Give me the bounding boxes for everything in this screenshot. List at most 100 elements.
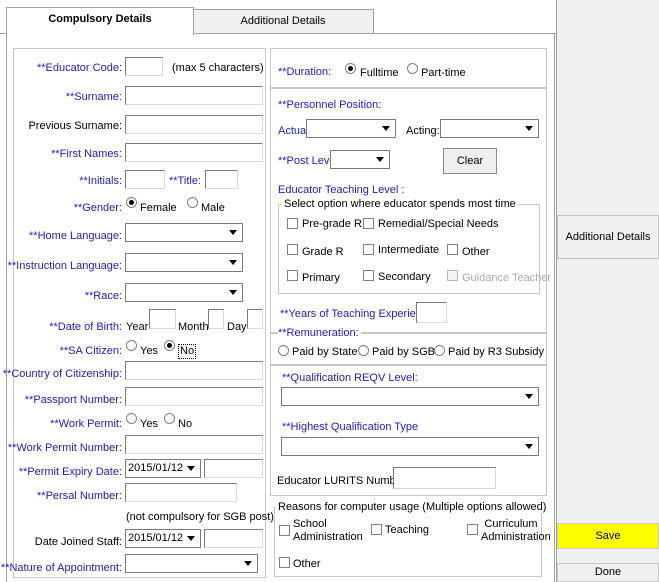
chevron-down-icon xyxy=(522,440,536,453)
permit-expiry-date-picker[interactable]: 2015/01/12 xyxy=(125,459,201,478)
remedial-label: Remedial/Special Needs xyxy=(378,218,499,230)
nature-of-appointment-label: **Nature of Appointment: xyxy=(0,562,122,574)
duration-parttime-radio[interactable] xyxy=(407,63,418,74)
initials-input[interactable] xyxy=(125,170,165,189)
home-language-select[interactable] xyxy=(125,223,243,242)
teaching-usage-checkbox[interactable] xyxy=(371,524,382,535)
educator-code-hint: (max 5 characters) xyxy=(172,62,264,74)
school-admin-checkbox[interactable] xyxy=(279,525,290,536)
gender-female-label: Female xyxy=(140,202,177,214)
country-citizenship-input[interactable] xyxy=(125,361,263,380)
chevron-down-icon xyxy=(226,256,240,269)
guidance-teacher-label: Guidance Teacher xyxy=(462,272,552,284)
pre-grade-r-checkbox[interactable] xyxy=(287,218,298,229)
done-button[interactable]: Done xyxy=(557,563,659,582)
dob-year-input[interactable] xyxy=(149,309,176,329)
paid-by-r3-label: Paid by R3 Subsidy xyxy=(448,346,544,358)
paid-by-r3-radio[interactable] xyxy=(434,345,445,356)
other-level-checkbox[interactable] xyxy=(447,244,458,255)
pre-grade-r-label: Pre-grade R xyxy=(302,218,362,230)
passport-number-input[interactable] xyxy=(125,387,263,406)
surname-label: **Surname: xyxy=(65,91,122,103)
post-level-select[interactable] xyxy=(330,150,390,169)
teaching-usage-label: Teaching xyxy=(385,524,430,536)
clear-button[interactable]: Clear xyxy=(443,148,497,174)
curriculum-admin-checkbox[interactable] xyxy=(467,524,478,535)
work-permit-number-input[interactable] xyxy=(125,435,263,454)
guidance-teacher-checkbox[interactable] xyxy=(447,270,458,281)
tab-compulsory-details[interactable]: Compulsory Details xyxy=(6,7,194,35)
years-experience-input[interactable] xyxy=(416,302,447,323)
surname-input[interactable] xyxy=(125,86,263,105)
previous-surname-input[interactable] xyxy=(125,115,263,134)
chevron-down-icon xyxy=(226,226,240,239)
gender-male-radio[interactable] xyxy=(187,197,198,208)
work-permit-yes-radio[interactable] xyxy=(126,413,137,424)
remuneration-label: **Remuneration: xyxy=(278,327,361,340)
secondary-checkbox[interactable] xyxy=(363,270,374,281)
dob-month-input[interactable] xyxy=(208,309,224,329)
highest-qualification-label: **Highest Qualification Type xyxy=(282,421,419,433)
save-button[interactable]: Save xyxy=(557,523,659,549)
remedial-checkbox[interactable] xyxy=(363,218,374,229)
grade-r-checkbox[interactable] xyxy=(287,244,298,255)
other-usage-checkbox[interactable] xyxy=(279,557,290,568)
dob-day-input[interactable] xyxy=(247,309,263,329)
chevron-down-icon xyxy=(184,462,198,475)
tab-additional-details[interactable]: Additional Details xyxy=(192,9,374,33)
duration-fulltime-radio[interactable] xyxy=(345,63,356,74)
permit-expiry-extra-input[interactable] xyxy=(204,459,263,478)
chevron-down-icon xyxy=(522,390,536,403)
paid-by-state-label: Paid by State xyxy=(292,346,358,358)
initials-label: **Initials: xyxy=(79,175,122,187)
first-names-input[interactable] xyxy=(125,143,263,162)
gender-male-label: Male xyxy=(201,202,225,214)
permit-expiry-label: **Permit Expiry Date: xyxy=(18,466,122,478)
title-input[interactable] xyxy=(205,170,238,189)
sa-citizen-no-label: No xyxy=(178,344,197,359)
qualification-reqv-select[interactable] xyxy=(281,387,539,406)
sa-citizen-no-radio[interactable] xyxy=(164,340,175,351)
teaching-level-label: Educator Teaching Level : xyxy=(278,184,405,196)
acting-position-select[interactable] xyxy=(440,119,539,138)
sa-citizen-yes-radio[interactable] xyxy=(126,340,137,351)
persal-number-input[interactable] xyxy=(125,483,237,502)
actual-position-select[interactable] xyxy=(306,119,396,138)
date-joined-staff-picker[interactable]: 2015/01/12 xyxy=(125,529,201,548)
chevron-down-icon xyxy=(373,153,387,166)
title-label: **Title: xyxy=(169,175,201,187)
highest-qualification-select[interactable] xyxy=(281,437,539,456)
lurits-number-input[interactable] xyxy=(393,467,496,489)
school-admin-label: School Administration xyxy=(293,518,363,543)
curriculum-admin-label: Curriculum Administration xyxy=(481,518,551,543)
work-permit-no-radio[interactable] xyxy=(164,413,175,424)
years-experience-label: **Years of Teaching Experience: xyxy=(280,308,437,320)
first-names-label: **First Names: xyxy=(51,148,122,160)
chevron-down-icon xyxy=(184,532,198,545)
side-panel xyxy=(556,0,659,582)
passport-number-label: **Passport Number: xyxy=(24,394,122,406)
chevron-down-icon xyxy=(241,557,255,570)
sa-citizen-label: **SA Citizen: xyxy=(59,345,122,357)
work-permit-label: **Work Permit: xyxy=(50,418,122,430)
additional-details-button[interactable]: Additional Details xyxy=(557,215,659,259)
educator-code-input[interactable] xyxy=(125,57,163,76)
duration-parttime-label: Part-time xyxy=(421,67,466,79)
instruction-language-select[interactable] xyxy=(125,253,243,272)
paid-by-sgb-radio[interactable] xyxy=(358,345,369,356)
primary-checkbox[interactable] xyxy=(287,270,298,281)
date-joined-extra-input[interactable] xyxy=(204,529,263,548)
gender-female-radio[interactable] xyxy=(126,197,137,208)
intermediate-checkbox[interactable] xyxy=(363,244,374,255)
work-permit-no-label: No xyxy=(178,418,193,430)
grade-r-label: Grade R xyxy=(302,246,344,258)
gender-label: **Gender: xyxy=(73,202,122,214)
acting-label: Acting: xyxy=(406,125,440,137)
nature-of-appointment-select[interactable] xyxy=(125,554,258,573)
country-citizenship-label: **Country of Citizenship: xyxy=(2,368,122,380)
paid-by-state-radio[interactable] xyxy=(278,345,289,356)
race-select[interactable] xyxy=(125,283,243,302)
previous-surname-label: Previous Surname: xyxy=(28,120,122,132)
other-usage-label: Other xyxy=(293,558,321,570)
personnel-position-label: **Personnel Position: xyxy=(278,99,382,111)
